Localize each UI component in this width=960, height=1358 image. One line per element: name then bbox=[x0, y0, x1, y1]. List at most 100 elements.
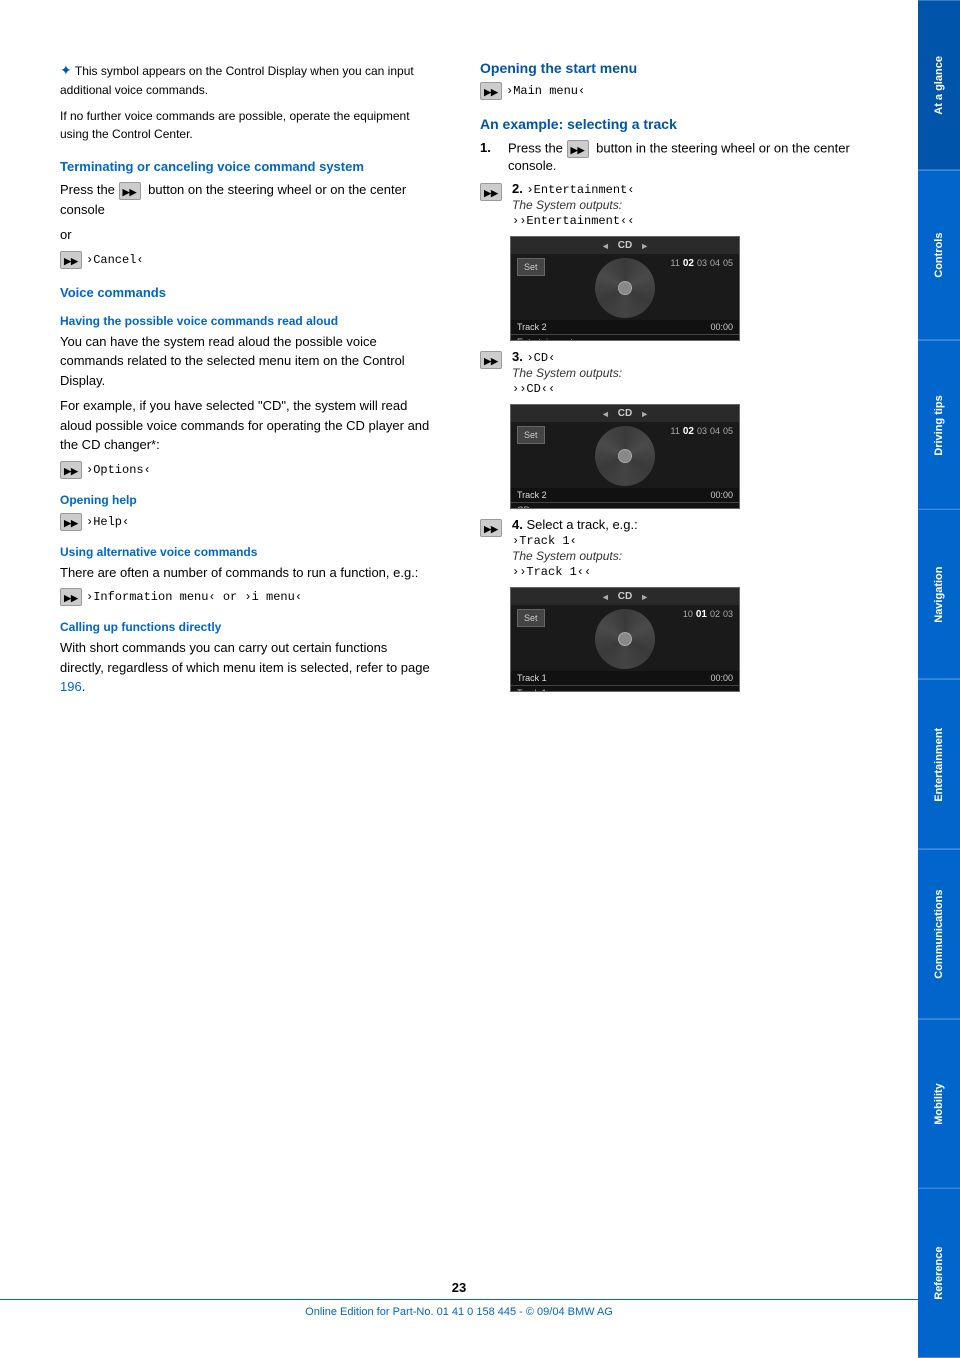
cd-set-btn-2[interactable]: Set bbox=[517, 426, 545, 444]
cd-bottom-label-2: CD bbox=[511, 502, 739, 509]
step-3-command: ›CD‹ bbox=[526, 351, 555, 365]
using-alternative-text: There are often a number of commands to … bbox=[60, 563, 430, 583]
step-4-row: ▶▶ 4. Select a track, e.g.: ›Track 1‹ Th… bbox=[480, 517, 898, 579]
cd-arrow-left-1: ◄ bbox=[601, 241, 610, 251]
sidebar-tab-controls[interactable]: Controls bbox=[918, 170, 960, 340]
voice-icon-step4: ▶▶ bbox=[480, 519, 502, 537]
cd-set-btn-3[interactable]: Set bbox=[517, 609, 545, 627]
info-command-line: ▶▶ ›Information menu‹ or ›i menu‹ bbox=[60, 588, 430, 606]
sidebar-tab-navigation[interactable]: Navigation bbox=[918, 509, 960, 679]
main-menu-command-line: ▶▶ ›Main menu‹ bbox=[480, 82, 898, 100]
step-2-content: 2. ›Entertainment‹ The System outputs: ›… bbox=[512, 181, 635, 228]
cd-track-time-3: 00:00 bbox=[710, 673, 733, 683]
cd-num-11: 11 bbox=[670, 258, 679, 269]
cd-top-label-3: CD bbox=[618, 591, 632, 602]
cd-top-bar-3: ◄ CD ► bbox=[511, 588, 739, 605]
step-1-content: Press the ▶▶ button in the steering whee… bbox=[508, 140, 898, 173]
sidebar-tab-mobility[interactable]: Mobility bbox=[918, 1019, 960, 1189]
cd-track-time-2: 00:00 bbox=[710, 490, 733, 500]
intro-text: This symbol appears on the Control Displ… bbox=[60, 64, 414, 97]
example-section: An example: selecting a track 1. Press t… bbox=[480, 116, 898, 692]
voice-icon-main-menu: ▶▶ bbox=[480, 82, 502, 100]
step-3-output-label: The System outputs: bbox=[512, 366, 622, 380]
step-4-content: 4. Select a track, e.g.: ›Track 1‹ The S… bbox=[512, 517, 638, 579]
options-command-text: ›Options‹ bbox=[86, 463, 151, 477]
info-command-text: ›Information menu‹ or ›i menu‹ bbox=[86, 590, 302, 604]
cd-arrow-right-2: ► bbox=[640, 409, 649, 419]
disc-center-3 bbox=[618, 632, 632, 646]
terminating-title: Terminating or canceling voice command s… bbox=[60, 159, 430, 174]
having-section: Having the possible voice commands read … bbox=[60, 314, 430, 479]
cd-num-33: 02 bbox=[710, 609, 720, 620]
sidebar-tab-reference[interactable]: Reference bbox=[918, 1188, 960, 1358]
voice-icon-info: ▶▶ bbox=[60, 588, 82, 606]
voice-commands-section: Voice commands bbox=[60, 285, 430, 300]
sidebar-tab-communications[interactable]: Communications bbox=[918, 849, 960, 1019]
options-command-line: ▶▶ ›Options‹ bbox=[60, 461, 430, 479]
disc-center-2 bbox=[618, 449, 632, 463]
having-text2: For example, if you have selected "CD", … bbox=[60, 396, 430, 455]
using-alternative-section: Using alternative voice commands There a… bbox=[60, 545, 430, 607]
cd-set-btn-1[interactable]: Set bbox=[517, 258, 545, 276]
sidebar-tab-entertainment[interactable]: Entertainment bbox=[918, 679, 960, 849]
step-4-output-text: ››Track 1‹‹ bbox=[512, 565, 591, 579]
voice-commands-title: Voice commands bbox=[60, 285, 430, 300]
sidebar-tab-driving-tips[interactable]: Driving tips bbox=[918, 340, 960, 510]
cd-num-22: 02 bbox=[683, 426, 694, 437]
footer-area: 23 Online Edition for Part-No. 01 41 0 1… bbox=[0, 1280, 918, 1318]
cancel-command-text: ›Cancel‹ bbox=[86, 253, 144, 267]
cd-bottom-label-1: Entertainment bbox=[511, 334, 739, 341]
page-ref: 196 bbox=[60, 679, 82, 694]
cd-arrow-left-2: ◄ bbox=[601, 409, 610, 419]
opening-start-menu-title: Opening the start menu bbox=[480, 60, 898, 76]
cd-main-area-2: Set 11 02 03 04 05 bbox=[511, 422, 739, 502]
cd-num-12: 02 bbox=[683, 258, 694, 269]
cd-track-bar-1: Track 2 00:00 bbox=[511, 320, 739, 334]
step-2-command: ›Entertainment‹ bbox=[526, 183, 634, 197]
opening-help-title: Opening help bbox=[60, 493, 430, 507]
cd-num-32: 01 bbox=[696, 609, 707, 620]
cd-num-14: 04 bbox=[710, 258, 720, 269]
cd-top-label-1: CD bbox=[618, 240, 632, 251]
step-1-number: 1. bbox=[480, 140, 500, 173]
opening-start-menu-section: Opening the start menu ▶▶ ›Main menu‹ bbox=[480, 60, 898, 100]
sidebar: At a glance Controls Driving tips Naviga… bbox=[918, 0, 960, 1358]
opening-help-section: Opening help ▶▶ ›Help‹ bbox=[60, 493, 430, 531]
step-4-output-label: The System outputs: bbox=[512, 549, 622, 563]
step-3-output-text: ››CD‹‹ bbox=[512, 382, 555, 396]
step-4-command: ›Track 1‹ bbox=[512, 534, 577, 548]
step-2-row: ▶▶ 2. ›Entertainment‹ The System outputs… bbox=[480, 181, 898, 228]
main-menu-command-text: ›Main menu‹ bbox=[506, 84, 585, 98]
voice-icon-step3: ▶▶ bbox=[480, 351, 502, 369]
cd-num-23: 03 bbox=[697, 426, 707, 437]
footer-text: Online Edition for Part-No. 01 41 0 158 … bbox=[0, 1299, 918, 1318]
voice-icon-help: ▶▶ bbox=[60, 513, 82, 531]
cd-track-name-3: Track 1 bbox=[517, 673, 547, 683]
step-3-row: ▶▶ 3. ›CD‹ The System outputs: ››CD‹‹ bbox=[480, 349, 898, 396]
having-text1: You can have the system read aloud the p… bbox=[60, 332, 430, 391]
calling-text: With short commands you can carry out ce… bbox=[60, 638, 430, 697]
using-alternative-title: Using alternative voice commands bbox=[60, 545, 430, 559]
cd-num-13: 03 bbox=[697, 258, 707, 269]
voice-button-icon: ▶▶ bbox=[119, 182, 141, 200]
cd-display-2: ◄ CD ► Set 11 02 bbox=[510, 404, 740, 509]
terminating-text: Press the ▶▶ button on the steering whee… bbox=[60, 180, 430, 219]
cd-display-1: ◄ CD ► Set 11 02 bbox=[510, 236, 740, 341]
calling-section: Calling up functions directly With short… bbox=[60, 620, 430, 697]
calling-title: Calling up functions directly bbox=[60, 620, 430, 634]
terminating-section: Terminating or canceling voice command s… bbox=[60, 159, 430, 269]
step-3-content: 3. ›CD‹ The System outputs: ››CD‹‹ bbox=[512, 349, 622, 396]
cd-disc-1 bbox=[595, 258, 655, 318]
cd-num-34: 03 bbox=[723, 609, 733, 620]
step-4-text: Select a track, e.g.: bbox=[526, 517, 637, 532]
cd-display-3: ◄ CD ► Set 10 01 bbox=[510, 587, 740, 692]
cd-num-31: 10 bbox=[683, 609, 693, 620]
help-command-text: ›Help‹ bbox=[86, 515, 129, 529]
cd-numbers-1: 11 02 03 04 05 bbox=[670, 258, 733, 269]
terminating-or: or bbox=[60, 225, 430, 245]
voice-icon-cancel: ▶▶ bbox=[60, 251, 82, 269]
sidebar-tab-at-a-glance[interactable]: At a glance bbox=[918, 0, 960, 170]
cd-main-area-3: Set 10 01 02 03 Tr bbox=[511, 605, 739, 685]
voice-icon-step2: ▶▶ bbox=[480, 183, 502, 201]
cd-numbers-2: 11 02 03 04 05 bbox=[670, 426, 733, 437]
